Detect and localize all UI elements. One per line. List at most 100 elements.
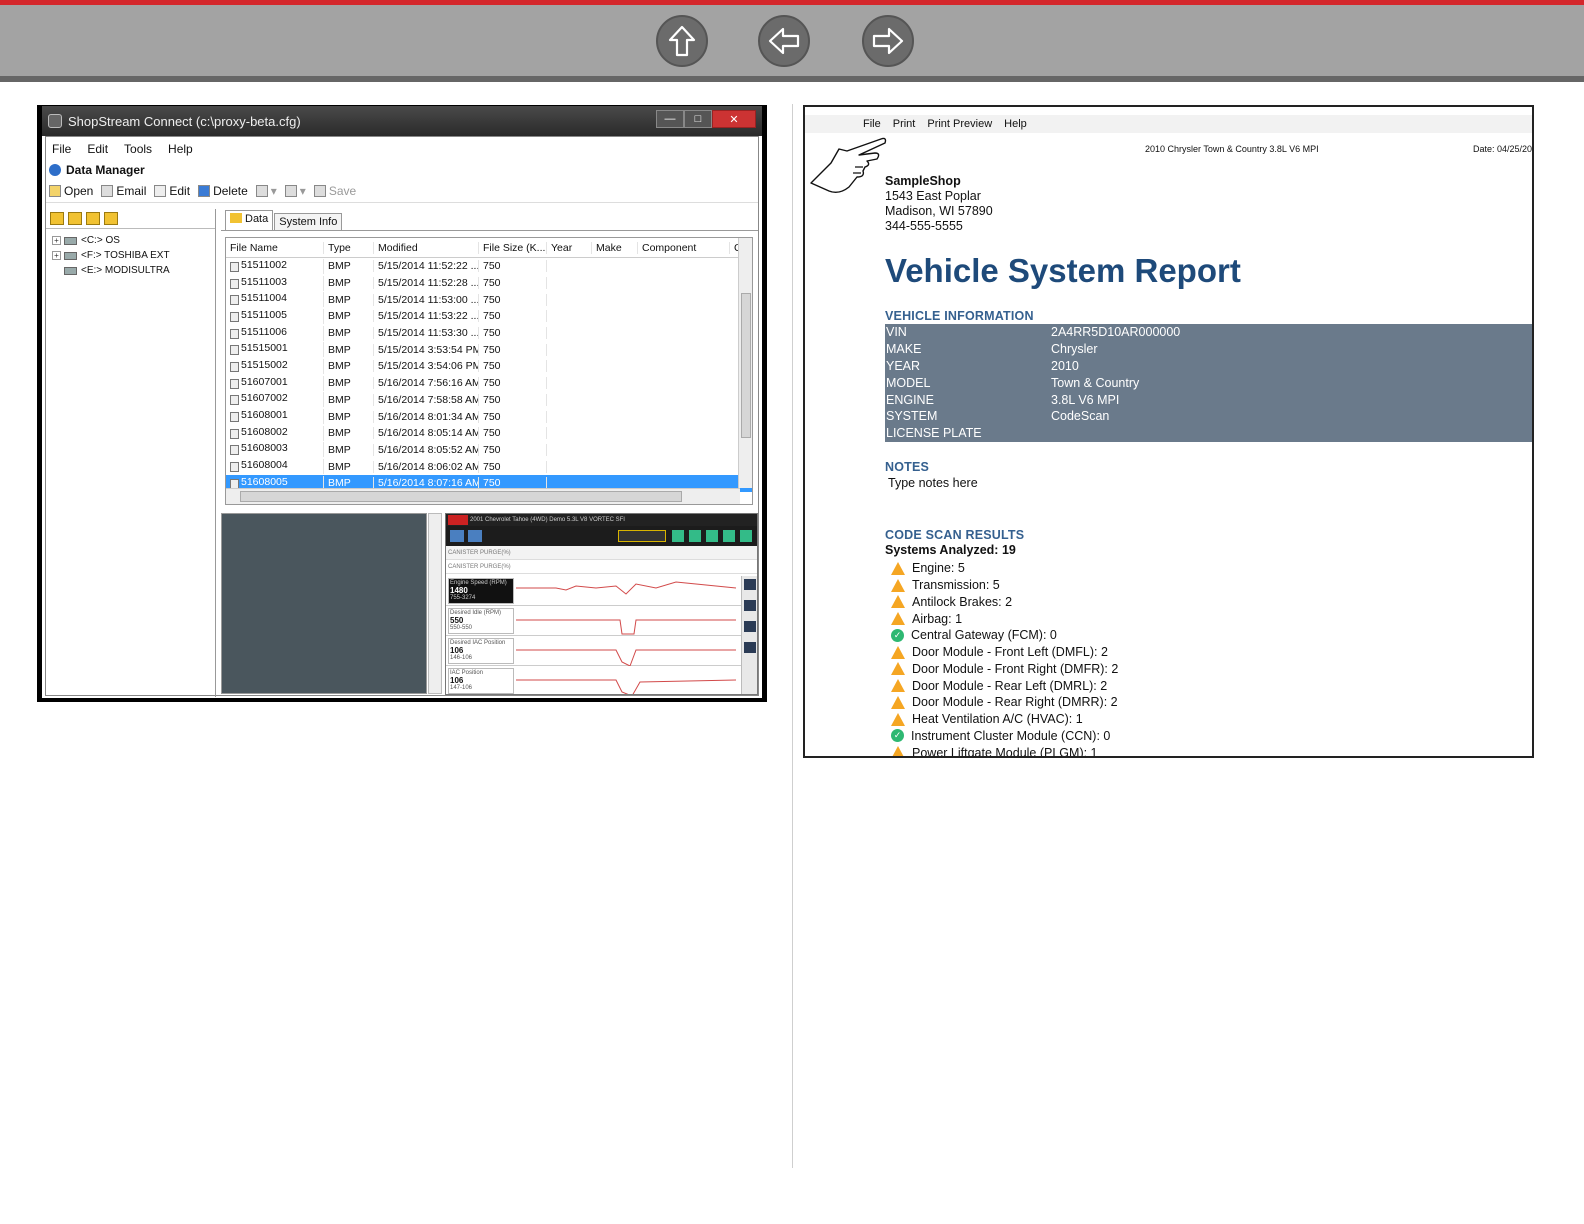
col-file-name[interactable]: File Name (226, 241, 324, 254)
notes-field[interactable]: Type notes here (888, 476, 978, 490)
tab-data[interactable]: Data (225, 210, 274, 230)
add-folder-icon[interactable] (50, 212, 64, 225)
preview-scrollbar[interactable] (428, 513, 442, 694)
report-window: File Print Print Preview Help 2010 Chrys… (803, 105, 1534, 758)
back-arrow-button[interactable] (758, 15, 810, 67)
table-row[interactable]: 51511004 BMP 5/15/2014 11:53:00 ... 750 (226, 291, 752, 308)
drive-icon (64, 266, 77, 275)
column-divider (792, 104, 793, 1168)
tree-item-c-drive[interactable]: + <C:> OS (52, 233, 215, 248)
folder-tools (46, 209, 215, 229)
table-row[interactable]: 51511002 BMP 5/15/2014 11:52:22 ... 750 (226, 258, 752, 275)
edit-button[interactable]: Edit (154, 184, 190, 198)
window-titlebar[interactable]: ShopStream Connect (c:\proxy-beta.cfg) —… (42, 106, 762, 136)
vertical-scrollbar[interactable] (738, 238, 752, 488)
pid-waveform (516, 649, 736, 666)
col-make[interactable]: Make (592, 241, 638, 254)
col-modified[interactable]: Modified (374, 241, 479, 254)
tab-label: System Info (279, 216, 338, 228)
warning-icon (891, 695, 905, 709)
file-name-cell: 51511004 (226, 292, 324, 308)
report-menu-bar: File Print Print Preview Help (805, 115, 1532, 133)
vehicle-info-value: 3.8L V6 MPI (1051, 392, 1120, 407)
code-scan-text: Power Liftgate Module (PLGM): 1 (912, 745, 1098, 758)
modified-cell: 5/15/2014 11:53:30 ... (374, 327, 479, 340)
file-name: 51511003 (241, 275, 287, 288)
systems-analyzed: Systems Analyzed: 19 (885, 543, 1016, 557)
file-icon (230, 445, 239, 456)
edit-icon (154, 184, 167, 197)
table-row[interactable]: 51511005 BMP 5/15/2014 11:53:22 ... 750 (226, 308, 752, 325)
size-cell: 750 (479, 343, 547, 356)
expand-icon[interactable]: + (52, 236, 61, 245)
menu-edit[interactable]: Edit (87, 142, 108, 156)
report-menu-print-preview[interactable]: Print Preview (927, 118, 992, 130)
expand-icon[interactable]: + (52, 251, 61, 260)
tree-item-e-drive[interactable]: <E:> MODISULTRA (52, 263, 215, 278)
table-row[interactable]: 51608004 BMP 5/16/2014 8:06:02 AM 750 (226, 458, 752, 475)
size-cell: 750 (479, 260, 547, 273)
table-row[interactable]: 51515002 BMP 5/15/2014 3:54:06 PM 750 (226, 358, 752, 375)
scanner-vehicle: 2001 Chevrolet Tahoe (4WD) Demo 5.3L V8 … (470, 517, 625, 523)
file-name-cell: 51607002 (226, 392, 324, 408)
horizontal-scrollbar[interactable] (226, 488, 740, 504)
table-row[interactable]: 51608001 BMP 5/16/2014 8:01:34 AM 750 (226, 408, 752, 425)
home-icon (468, 530, 482, 542)
modified-cell: 5/15/2014 11:52:22 ... (374, 260, 479, 273)
pid-range: 146-106 (450, 655, 473, 661)
print-icon (284, 184, 297, 197)
maximize-button[interactable]: □ (684, 110, 712, 128)
table-row[interactable]: 51607001 BMP 5/16/2014 7:56:16 AM 750 (226, 375, 752, 392)
code-scan-text: Heat Ventilation A/C (HVAC): 1 (912, 712, 1083, 727)
file-name-cell: 51515001 (226, 342, 324, 358)
vehicle-info-heading: VEHICLE INFORMATION (885, 309, 1034, 323)
col-type[interactable]: Type (324, 241, 374, 254)
up-arrow-button[interactable] (656, 15, 708, 67)
scroll-thumb[interactable] (741, 293, 751, 438)
delete-button[interactable]: Delete (198, 184, 248, 198)
code-scan-text: Engine: 5 (912, 561, 965, 576)
open-button[interactable]: Open (49, 184, 93, 198)
print-dropdown-button[interactable]: ▾ (284, 184, 306, 198)
menu-tools[interactable]: Tools (124, 142, 152, 156)
minimize-button[interactable]: — (656, 110, 684, 128)
col-component[interactable]: Component (638, 241, 730, 254)
table-row[interactable]: 51607002 BMP 5/16/2014 7:58:58 AM 750 (226, 392, 752, 409)
type-cell: BMP (324, 277, 374, 290)
table-row[interactable]: 51511006 BMP 5/15/2014 11:53:30 ... 750 (226, 325, 752, 342)
code-scan-heading: CODE SCAN RESULTS (885, 528, 1025, 542)
file-name: 51511005 (241, 308, 287, 321)
save-button[interactable]: Save (313, 184, 356, 198)
save-icon (313, 184, 326, 197)
tab-strip: Data System Info (221, 209, 758, 231)
app-icon (48, 114, 62, 128)
table-row[interactable]: 51608002 BMP 5/16/2014 8:05:14 AM 750 (226, 425, 752, 442)
pid-range: 550-550 (450, 625, 473, 631)
menu-file[interactable]: File (52, 142, 71, 156)
delete-folder-icon[interactable] (104, 212, 118, 225)
email-button[interactable]: Email (101, 184, 146, 198)
copy-dropdown-button[interactable]: ▾ (255, 184, 277, 198)
col-year[interactable]: Year (547, 241, 592, 254)
menu-help[interactable]: Help (168, 142, 193, 156)
code-scan-item: Door Module - Front Right (DMFR): 2 (891, 661, 1118, 678)
scroll-thumb[interactable] (240, 491, 682, 502)
table-row[interactable]: 51515001 BMP 5/15/2014 3:53:54 PM 750 (226, 341, 752, 358)
file-icon (230, 412, 239, 423)
close-button[interactable]: ✕ (712, 110, 756, 128)
new-folder-icon[interactable] (68, 212, 82, 225)
pid-value: 550 (450, 616, 464, 625)
scanner-screenshot: 2001 Chevrolet Tahoe (4WD) Demo 5.3L V8 … (445, 513, 758, 695)
table-row[interactable]: 51511003 BMP 5/15/2014 11:52:28 ... 750 (226, 275, 752, 292)
up-arrow-icon (668, 25, 696, 57)
warning-icon (891, 595, 905, 609)
table-row[interactable]: 51608003 BMP 5/16/2014 8:05:52 AM 750 (226, 442, 752, 459)
report-menu-help[interactable]: Help (1004, 118, 1027, 130)
col-file-size[interactable]: File Size (K... (479, 241, 547, 254)
file-name: 51608005 (241, 475, 288, 488)
size-cell: 750 (479, 393, 547, 406)
rename-folder-icon[interactable] (86, 212, 100, 225)
tree-item-f-drive[interactable]: + <F:> TOSHIBA EXT (52, 248, 215, 263)
forward-arrow-button[interactable] (862, 15, 914, 67)
tab-system-info[interactable]: System Info (274, 213, 343, 230)
